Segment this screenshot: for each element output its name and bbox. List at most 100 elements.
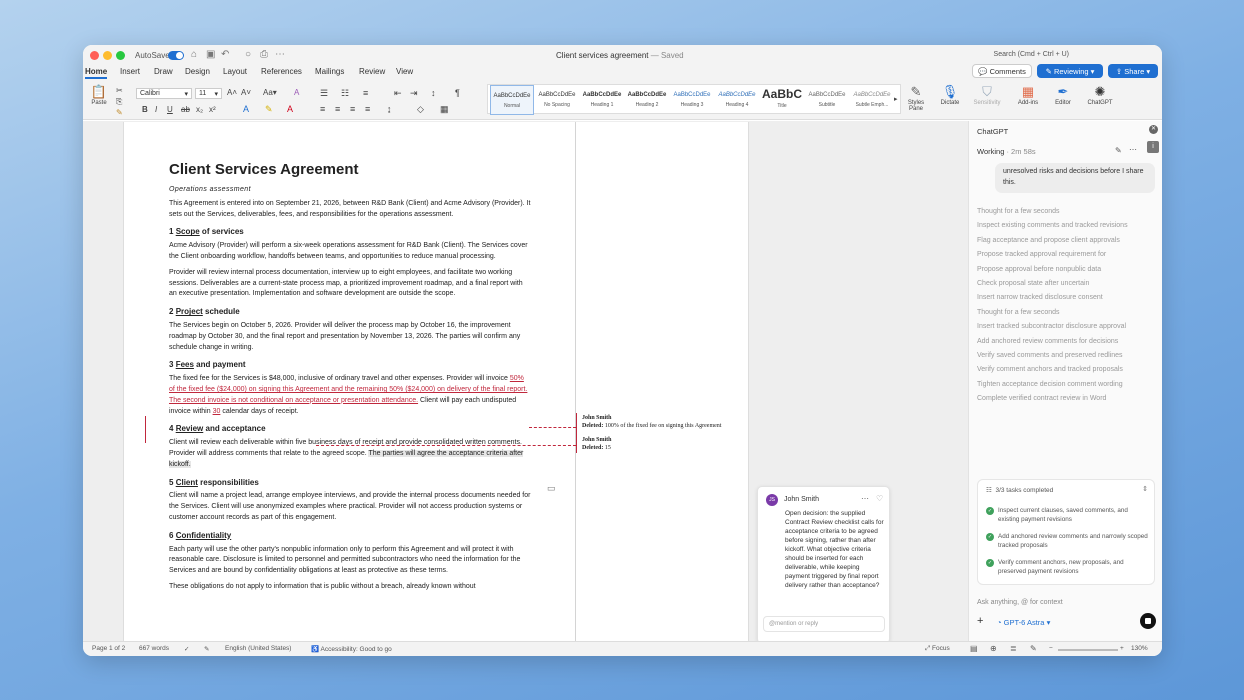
redo-icon[interactable]: ○ bbox=[245, 49, 251, 60]
font-name-select[interactable]: Calibri ▾ bbox=[136, 88, 192, 99]
copy-icon[interactable]: ⎘ bbox=[116, 97, 122, 107]
bullets-icon[interactable]: ☰ bbox=[320, 88, 328, 99]
draft-icon[interactable]: ✎ bbox=[1030, 644, 1037, 653]
more-icon[interactable]: ⋯ bbox=[275, 49, 285, 60]
tab-view[interactable]: View bbox=[396, 67, 413, 76]
align-left-icon[interactable]: ≡ bbox=[320, 104, 325, 114]
bold-icon[interactable]: B bbox=[142, 105, 148, 114]
deletion-balloon[interactable]: John Smith Deleted: 100% of the fixed fe… bbox=[582, 415, 721, 430]
outline-icon[interactable]: ≣ bbox=[1010, 644, 1017, 653]
undo-icon[interactable]: ↶ bbox=[221, 49, 229, 60]
tab-layout[interactable]: Layout bbox=[223, 67, 247, 76]
language-status[interactable]: English (United States) bbox=[225, 645, 291, 652]
change-case-icon[interactable]: Aa▾ bbox=[263, 88, 277, 97]
style-subtle-emphasis[interactable]: AaBbCcDdEe Subtle Emph... bbox=[850, 85, 894, 115]
strikethrough-icon[interactable]: ab bbox=[181, 105, 190, 114]
show-marks-icon[interactable]: ¶ bbox=[455, 88, 460, 98]
paste-button[interactable]: 📋 Paste bbox=[85, 84, 113, 118]
add-ins-button[interactable]: ▦ Add-ins bbox=[1014, 84, 1042, 118]
zoom-out-icon[interactable]: − bbox=[1049, 645, 1053, 652]
reviewing-button[interactable]: ✎ Reviewing ▾ bbox=[1037, 64, 1103, 78]
chat-input[interactable]: Ask anything, @ for context bbox=[977, 599, 1063, 606]
minimize-window-button[interactable] bbox=[103, 51, 112, 60]
style-heading-2[interactable]: AaBbCcDdEe Heading 2 bbox=[625, 85, 669, 115]
align-right-icon[interactable]: ≡ bbox=[350, 104, 355, 114]
zoom-level[interactable]: 130% bbox=[1131, 645, 1148, 652]
model-selector[interactable]: ◔ GPT-6 Astra ▾ bbox=[997, 618, 1050, 627]
decrease-indent-icon[interactable]: ⇤ bbox=[394, 88, 402, 99]
web-layout-icon[interactable]: ⊕ bbox=[990, 644, 997, 653]
save-icon[interactable]: ▣ bbox=[206, 49, 215, 60]
comment-marker-icon[interactable]: ▭ bbox=[547, 483, 556, 494]
align-center-icon[interactable]: ≡ bbox=[335, 104, 340, 114]
add-icon[interactable]: + bbox=[977, 615, 983, 627]
font-color-icon[interactable]: A bbox=[287, 104, 293, 114]
close-icon[interactable]: ✕ bbox=[1149, 125, 1158, 134]
styles-pane-button[interactable]: ✎ Styles Pane bbox=[902, 84, 930, 118]
tab-design[interactable]: Design bbox=[185, 67, 210, 76]
home-icon[interactable]: ⌂ bbox=[191, 49, 197, 60]
comments-button[interactable]: 💬 Comments bbox=[972, 64, 1032, 78]
tab-draw[interactable]: Draw bbox=[154, 67, 173, 76]
cut-icon[interactable]: ✂ bbox=[116, 86, 123, 95]
comment-more-icon[interactable]: ⋯ bbox=[861, 494, 869, 503]
track-changes-icon[interactable]: ✎ bbox=[204, 645, 209, 653]
comment-like-icon[interactable]: ♡ bbox=[876, 494, 883, 503]
edit-icon[interactable]: ✎ bbox=[1115, 146, 1122, 155]
search-input[interactable]: Search (Cmd + Ctrl + U) bbox=[994, 51, 1069, 58]
focus-button[interactable]: ⤢ Focus bbox=[925, 645, 950, 653]
stop-button[interactable] bbox=[1140, 613, 1156, 629]
increase-indent-icon[interactable]: ⇥ bbox=[410, 88, 418, 99]
style-title[interactable]: AaBbC Title bbox=[760, 85, 804, 115]
multilevel-list-icon[interactable]: ≡ bbox=[363, 88, 368, 98]
page-count[interactable]: Page 1 of 2 bbox=[92, 645, 125, 652]
superscript-icon[interactable]: x² bbox=[209, 105, 216, 114]
borders-icon[interactable]: ▦ bbox=[440, 104, 449, 115]
info-icon[interactable]: i bbox=[1147, 141, 1159, 153]
italic-icon[interactable]: I bbox=[155, 105, 157, 114]
sensitivity-button[interactable]: ⛉ Sensitivity bbox=[973, 84, 1001, 118]
close-window-button[interactable] bbox=[90, 51, 99, 60]
share-button[interactable]: ⇪ Share ▾ bbox=[1108, 64, 1158, 78]
style-heading-1[interactable]: AaBbCcDdEe Heading 1 bbox=[580, 85, 624, 115]
comment-card[interactable]: JS John Smith ⋯ ♡ Open decision: the sup… bbox=[757, 486, 890, 644]
word-count[interactable]: 667 words bbox=[139, 645, 169, 652]
style-no-spacing[interactable]: AaBbCcDdEe No Spacing bbox=[535, 85, 579, 115]
tasks-header[interactable]: ☷ 3/3 tasks completed bbox=[986, 486, 1053, 494]
subscript-icon[interactable]: x₂ bbox=[196, 105, 203, 114]
chatgpt-button[interactable]: ✺ ChatGPT bbox=[1086, 84, 1114, 118]
numbering-icon[interactable]: ☷ bbox=[341, 88, 349, 99]
format-painter-icon[interactable]: ✎ bbox=[116, 108, 123, 117]
print-icon[interactable]: ⎙ bbox=[260, 49, 268, 60]
zoom-slider[interactable] bbox=[1058, 649, 1118, 651]
accessibility-status[interactable]: ♿ Accessibility: Good to go bbox=[311, 645, 392, 653]
document-body[interactable]: Client Services Agreement Operations ass… bbox=[169, 160, 531, 598]
tab-home[interactable]: Home bbox=[85, 67, 108, 79]
shrink-font-icon[interactable]: A˅ bbox=[241, 88, 251, 97]
print-layout-icon[interactable]: ▤ bbox=[970, 644, 978, 653]
underline-icon[interactable]: U bbox=[167, 105, 173, 114]
shading-icon[interactable]: ◇ bbox=[417, 104, 424, 115]
autosave-toggle[interactable] bbox=[168, 51, 184, 60]
dictate-button[interactable]: 🎙 Dictate bbox=[936, 84, 964, 118]
collapse-icon[interactable]: ⇕ bbox=[1142, 485, 1148, 493]
text-effects-icon[interactable]: A bbox=[243, 104, 249, 114]
tab-review[interactable]: Review bbox=[359, 67, 385, 76]
highlight-icon[interactable]: ✎ bbox=[265, 104, 273, 115]
line-spacing-icon[interactable]: ↨ bbox=[387, 104, 392, 114]
style-heading-4[interactable]: AaBbCcDdEe Heading 4 bbox=[715, 85, 759, 115]
zoom-in-icon[interactable]: + bbox=[1120, 645, 1124, 652]
grow-font-icon[interactable]: A˄ bbox=[227, 88, 237, 97]
style-normal[interactable]: AaBbCcDdEe Normal bbox=[490, 85, 534, 115]
font-size-select[interactable]: 11 ▾ bbox=[195, 88, 222, 99]
maximize-window-button[interactable] bbox=[116, 51, 125, 60]
more-icon[interactable]: ⋯ bbox=[1129, 145, 1137, 154]
style-heading-3[interactable]: AaBbCcDdEe Heading 3 bbox=[670, 85, 714, 115]
sort-icon[interactable]: ↕ bbox=[431, 88, 436, 98]
tab-mailings[interactable]: Mailings bbox=[315, 67, 344, 76]
styles-more-icon[interactable]: ▸ bbox=[894, 95, 898, 103]
clear-formatting-icon[interactable]: A bbox=[294, 88, 299, 97]
justify-icon[interactable]: ≡ bbox=[365, 104, 370, 114]
comment-reply-input[interactable]: @mention or reply bbox=[763, 616, 885, 632]
tab-insert[interactable]: Insert bbox=[120, 67, 140, 76]
